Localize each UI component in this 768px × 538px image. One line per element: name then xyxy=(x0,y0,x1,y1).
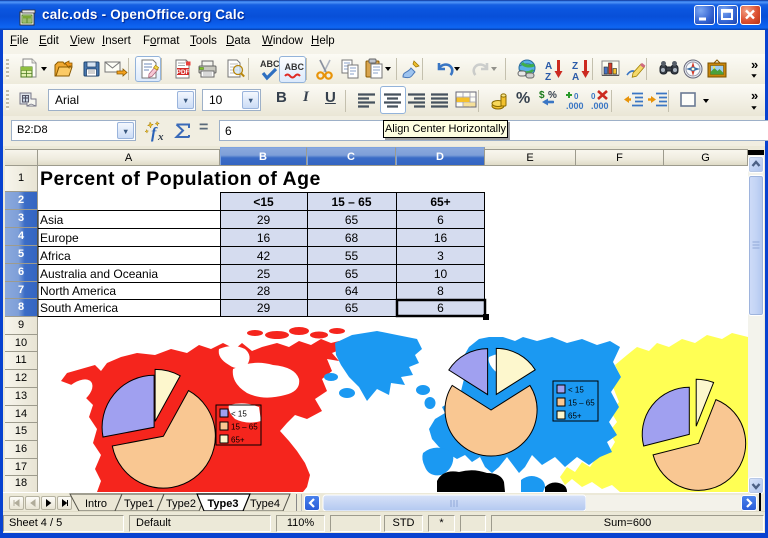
svg-text:Type2: Type2 xyxy=(166,498,196,510)
svg-text:Intro: Intro xyxy=(85,498,107,510)
svg-text:65+: 65+ xyxy=(568,412,582,421)
svg-text:65+: 65+ xyxy=(231,436,245,445)
svg-text:Type3: Type3 xyxy=(208,498,239,510)
svg-text:Type4: Type4 xyxy=(250,498,280,510)
svg-text:Type1: Type1 xyxy=(124,498,154,510)
svg-text:< 15: < 15 xyxy=(231,410,247,419)
svg-text:15 – 65: 15 – 65 xyxy=(231,423,258,432)
svg-text:< 15: < 15 xyxy=(568,386,584,395)
svg-text:15 – 65: 15 – 65 xyxy=(568,399,595,408)
